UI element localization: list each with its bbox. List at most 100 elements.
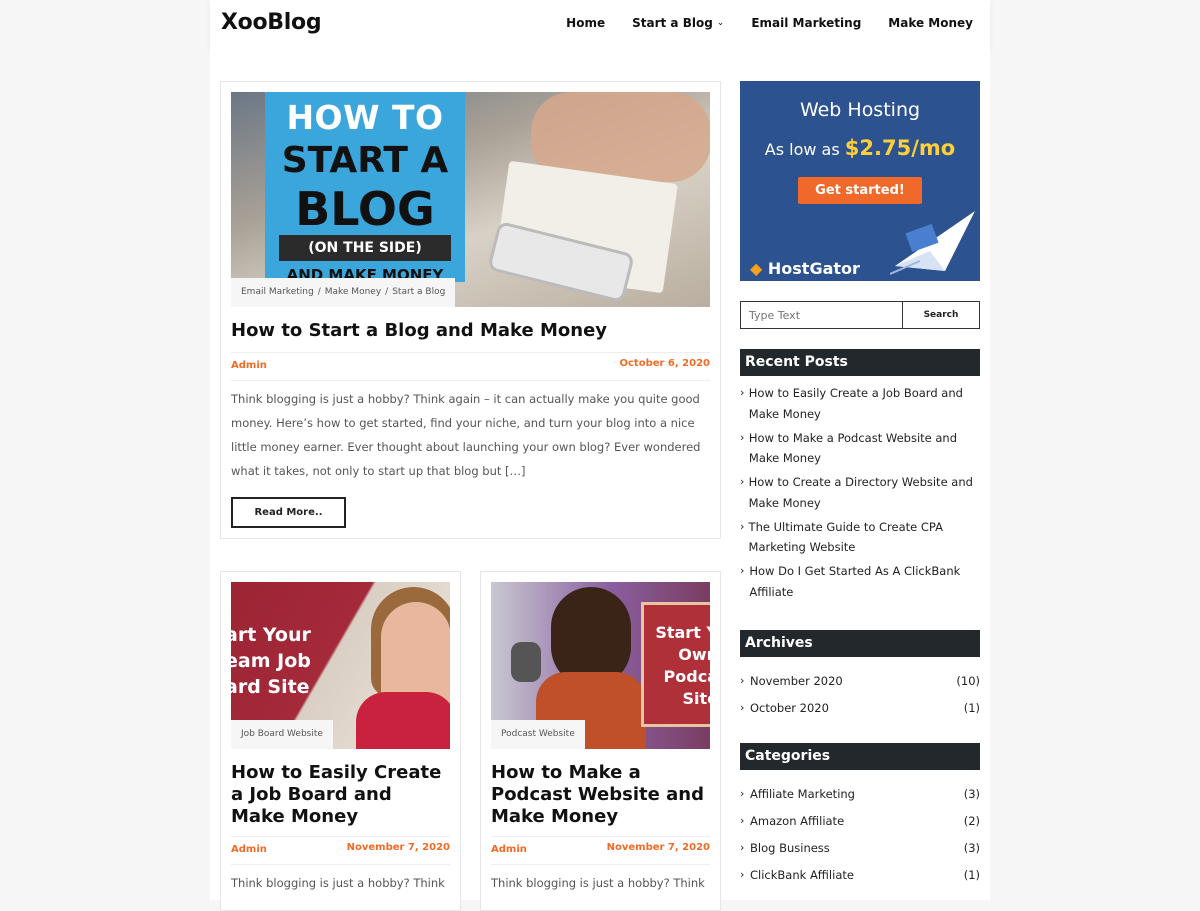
category-link[interactable]: Affiliate Marketing	[750, 784, 855, 811]
site-header: XooBlog Home Start a Blog ⌄ Email Marketi…	[210, 0, 990, 48]
chevron-right-icon: ›	[740, 674, 745, 687]
post-title[interactable]: How to Start a Blog and Make Money	[231, 320, 607, 342]
chevron-right-icon: ›	[740, 841, 745, 854]
photo-shirt	[356, 692, 450, 749]
post-card: Start Y Own Podca Site Podcast Website H…	[480, 571, 721, 911]
archive-item[interactable]: › November 2020 (10)	[740, 671, 980, 698]
archives-title: Archives	[740, 630, 980, 657]
image-text: Start Y Own Podca Site	[648, 622, 710, 710]
nav-label: Start a Blog	[632, 16, 713, 30]
post-author[interactable]: Admin	[231, 844, 267, 855]
chevron-right-icon: ›	[740, 814, 745, 827]
archive-count: (10)	[956, 674, 980, 688]
category-link[interactable]: Start a Blog	[392, 287, 445, 297]
archive-item[interactable]: › October 2020 (1)	[740, 698, 980, 725]
divider	[491, 864, 710, 865]
post-image[interactable]: Start Y Own Podca Site Podcast Website	[491, 582, 710, 749]
featured-post-image[interactable]: HOW TO START A BLOG (ON THE SIDE) AND MA…	[231, 92, 710, 307]
divider	[231, 836, 450, 837]
category-link[interactable]: Job Board Website	[231, 720, 333, 749]
read-more-button[interactable]: Read More..	[231, 497, 346, 528]
site-logo[interactable]: XooBlog	[221, 10, 322, 35]
ad-brand: ◆ HostGator	[750, 259, 860, 278]
post-excerpt: Think blogging is just a hobby? Think ag…	[231, 392, 701, 478]
category-count: (3)	[963, 787, 980, 801]
chevron-right-icon: ›	[740, 519, 745, 533]
category-count: (1)	[963, 868, 980, 882]
image-text-line: art Your	[231, 624, 311, 646]
recent-post-item[interactable]: › How to Easily Create a Job Board and Ma…	[740, 383, 980, 424]
post-author[interactable]: Admin	[231, 360, 267, 371]
post-date[interactable]: November 7, 2020	[607, 842, 710, 853]
featured-post-card: HOW TO START A BLOG (ON THE SIDE) AND MA…	[220, 81, 721, 539]
image-text: art Your eam Job ard Site	[231, 622, 311, 700]
gator-icon: ◆	[750, 259, 763, 278]
recent-post-item[interactable]: › How Do I Get Started As A ClickBank Aff…	[740, 561, 980, 602]
category-link[interactable]: Make Money	[325, 287, 381, 297]
recent-post-link[interactable]: How to Make a Podcast Website and Make M…	[749, 428, 980, 469]
image-text-line: Own	[678, 645, 710, 664]
category-link[interactable]: ClickBank Affiliate	[750, 865, 854, 892]
recent-post-link[interactable]: How to Create a Directory Website and Ma…	[749, 472, 980, 513]
category-link[interactable]: Amazon Affiliate	[750, 811, 844, 838]
post-excerpt: Think blogging is just a hobby? Think	[491, 876, 705, 890]
ad-get-started-button[interactable]: Get started!	[798, 177, 922, 204]
categories-list: › Affiliate Marketing (3) › Amazon Affiliat…	[740, 784, 980, 892]
post-date[interactable]: October 6, 2020	[619, 358, 710, 369]
nav-item-email-marketing[interactable]: Email Marketing	[751, 16, 861, 30]
post-card: art Your eam Job ard Site Job Board Webs…	[220, 571, 461, 911]
recent-posts-list: › How to Easily Create a Job Board and Ma…	[740, 383, 980, 606]
poster-text: START A	[281, 140, 449, 181]
microphone-icon	[511, 642, 541, 682]
category-link[interactable]: Email Marketing	[241, 287, 314, 297]
ad-price: $2.75/mo	[844, 136, 956, 160]
post-title[interactable]: How to Easily Create a Job Board and Mak…	[231, 762, 451, 828]
category-link[interactable]: Podcast Website	[491, 720, 585, 749]
image-text-line: Start Y	[655, 623, 710, 642]
category-link[interactable]: Blog Business	[750, 838, 830, 865]
post-author[interactable]: Admin	[491, 844, 527, 855]
content-area: HOW TO START A BLOG (ON THE SIDE) AND MA…	[210, 48, 990, 911]
nav-item-home[interactable]: Home	[566, 16, 605, 30]
poster-text: BLOG	[295, 182, 435, 236]
recent-post-link[interactable]: How Do I Get Started As A ClickBank Affi…	[749, 561, 980, 602]
recent-post-link[interactable]: The Ultimate Guide to Create CPA Marketi…	[749, 517, 980, 558]
recent-post-link[interactable]: How to Easily Create a Job Board and Mak…	[749, 383, 980, 424]
post-title[interactable]: How to Make a Podcast Website and Make M…	[491, 762, 711, 828]
recent-posts-title: Recent Posts	[740, 349, 980, 376]
nav-label: Make Money	[888, 16, 973, 30]
archive-link[interactable]: November 2020	[750, 671, 843, 698]
post-image[interactable]: art Your eam Job ard Site Job Board Webs…	[231, 582, 450, 749]
chevron-right-icon: ›	[740, 701, 745, 714]
recent-post-item[interactable]: › The Ultimate Guide to Create CPA Market…	[740, 517, 980, 558]
category-tags: Email Marketing / Make Money / Start a Blog	[231, 278, 456, 307]
search-button[interactable]: Search	[903, 302, 979, 328]
category-count: (2)	[963, 814, 980, 828]
poster-text: (ON THE SIDE)	[279, 235, 451, 261]
blog-poster: HOW TO START A BLOG (ON THE SIDE) AND MA…	[265, 92, 465, 284]
search-input[interactable]	[741, 302, 903, 328]
divider	[231, 380, 710, 381]
image-text-line: eam Job	[231, 650, 311, 672]
chevron-right-icon: ›	[740, 564, 745, 577]
category-item[interactable]: › Amazon Affiliate (2)	[740, 811, 980, 838]
nav-label: Home	[566, 16, 606, 30]
category-item[interactable]: › ClickBank Affiliate (1)	[740, 865, 980, 892]
chevron-down-icon: ⌄	[716, 18, 725, 28]
recent-post-item[interactable]: › How to Create a Directory Website and M…	[740, 472, 980, 513]
hosting-ad-banner[interactable]: Web Hosting As low as $2.75/mo Get start…	[740, 81, 980, 281]
archive-count: (1)	[963, 701, 980, 715]
post-excerpt: Think blogging is just a hobby? Think	[231, 876, 445, 890]
recent-post-item[interactable]: › How to Make a Podcast Website and Make …	[740, 428, 980, 469]
category-item[interactable]: › Affiliate Marketing (3)	[740, 784, 980, 811]
main-nav: Home Start a Blog ⌄ Email Marketing Make …	[539, 16, 973, 30]
nav-item-start-a-blog[interactable]: Start a Blog ⌄	[632, 16, 724, 30]
poster-text: HOW TO	[286, 98, 444, 137]
chevron-right-icon: ›	[740, 868, 745, 881]
nav-item-make-money[interactable]: Make Money	[888, 16, 973, 30]
chevron-right-icon: ›	[740, 475, 745, 488]
category-item[interactable]: › Blog Business (3)	[740, 838, 980, 865]
archive-link[interactable]: October 2020	[750, 698, 829, 725]
category-separator: /	[385, 287, 389, 297]
post-date[interactable]: November 7, 2020	[347, 842, 450, 853]
